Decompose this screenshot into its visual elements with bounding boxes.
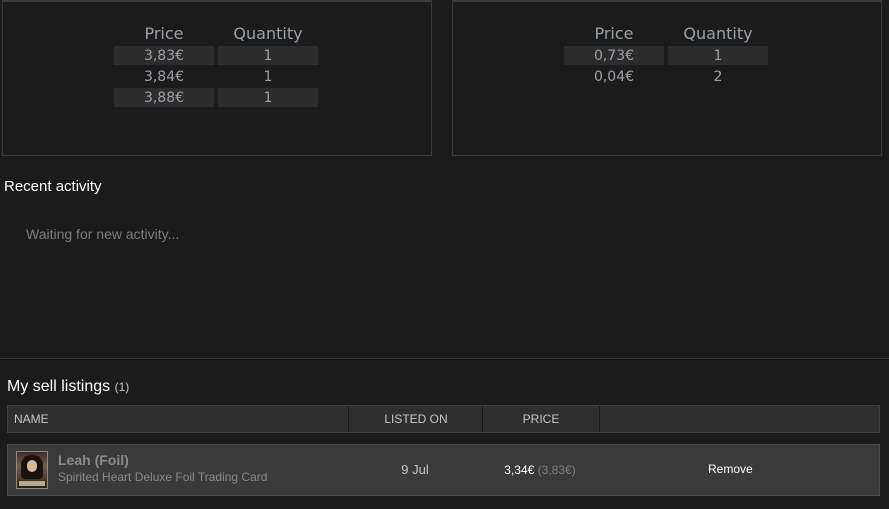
table-row: 3,83€ 1 [114, 46, 318, 65]
quantity-cell: 1 [668, 46, 768, 65]
price-cell: 3,84€ [143, 68, 185, 85]
listing-row: Leah (Foil) Spirited Heart Deluxe Foil T… [7, 444, 880, 496]
item-price: 3,34€ (3,83€) [482, 463, 598, 477]
price-cell: 0,04€ [593, 68, 635, 85]
column-header-name: NAME [14, 412, 49, 426]
sell-listings-header: NAME LISTED ON PRICE [7, 405, 880, 433]
column-header-listed-on: LISTED ON [348, 406, 483, 432]
item-listed-date: 9 Jul [401, 462, 429, 477]
item-thumbnail[interactable] [16, 451, 48, 489]
price-header: Price [594, 23, 634, 43]
thumbnail-label [19, 481, 45, 486]
price-cell: 0,73€ [564, 46, 664, 65]
buy-orders-panel: Price Quantity 0,73€ 1 0,04€ 2 [452, 0, 882, 156]
column-header-price: PRICE [482, 406, 600, 432]
table-row: 3,84€ 1 [114, 67, 318, 86]
table-row: 0,04€ 2 [564, 67, 768, 86]
sell-listings-label: My sell listings [7, 378, 111, 395]
quantity-cell: 1 [218, 88, 318, 107]
quantity-header: Quantity [683, 23, 753, 43]
buy-orders-table: Price Quantity 0,73€ 1 0,04€ 2 [560, 20, 772, 88]
recent-activity-title: Recent activity [4, 178, 102, 195]
price-cell: 3,88€ [114, 88, 214, 107]
price-header: Price [144, 23, 184, 43]
sell-listings-title: My sell listings (1) [7, 378, 129, 396]
sell-orders-table: Price Quantity 3,83€ 1 3,84€ 1 3,88€ 1 [110, 20, 322, 109]
quantity-cell: 1 [263, 68, 273, 85]
item-price-value: 3,34€ [504, 463, 535, 477]
item-name-link[interactable]: Leah (Foil) [58, 452, 129, 468]
quantity-cell: 2 [713, 68, 723, 85]
table-row: 3,88€ 1 [114, 88, 318, 107]
item-price-with-fee: (3,83€) [537, 463, 576, 477]
price-cell: 3,83€ [114, 46, 214, 65]
table-row: 0,73€ 1 [564, 46, 768, 65]
item-game-name: Spirited Heart Deluxe Foil Trading Card [58, 470, 268, 484]
sell-listings-count: (1) [114, 380, 130, 394]
remove-listing-button[interactable]: Remove [708, 462, 753, 476]
recent-activity-waiting: Waiting for new activity... [26, 226, 180, 242]
section-divider-shadow [0, 359, 889, 360]
quantity-header: Quantity [233, 23, 303, 43]
thumbnail-face [27, 460, 37, 472]
sell-orders-panel: Price Quantity 3,83€ 1 3,84€ 1 3,88€ 1 [2, 0, 432, 156]
quantity-cell: 1 [218, 46, 318, 65]
